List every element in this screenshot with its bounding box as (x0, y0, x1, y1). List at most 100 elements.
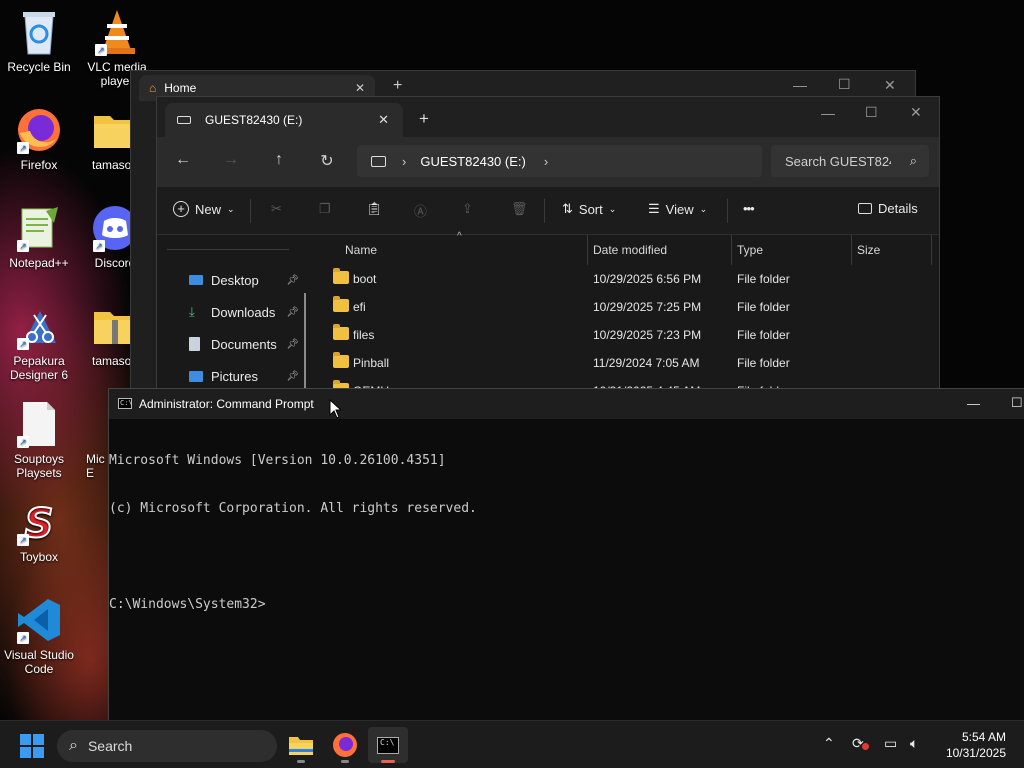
firefox-icon: ↗ (15, 106, 63, 154)
paste-icon[interactable]: 📋︎ (366, 201, 383, 217)
desktop-icon (189, 275, 203, 285)
view-button[interactable]: ☰ View ⌄ (648, 201, 707, 217)
terminal-line: Microsoft Windows [Version 10.0.26100.43… (109, 453, 446, 468)
file-row[interactable]: files 10/29/2025 7:23 PM File folder (315, 321, 939, 349)
desktop-icon-label: Recycle Bin (7, 60, 71, 74)
address-segment[interactable]: GUEST82430 (E:) (420, 154, 526, 169)
taskbar-file-explorer[interactable] (281, 727, 321, 763)
pepakura-scissors-icon: ↗ (15, 302, 63, 350)
view-label: View (665, 201, 694, 217)
forward-arrow-icon[interactable]: → (220, 151, 242, 169)
chevron-right-icon[interactable]: › (544, 154, 548, 169)
refresh-icon[interactable]: ↻ (316, 151, 338, 171)
close-tab-icon[interactable]: ✕ (378, 112, 389, 128)
sidebar-item-pictures[interactable]: Pictures 📌︎ (189, 365, 299, 387)
delete-icon[interactable]: 🗑︎ (511, 201, 528, 217)
desktop-icon-label: Visual Studio Code (4, 648, 74, 676)
pin-icon: 📌︎ (286, 338, 299, 350)
desktop-icon-mic-partial[interactable]: Mic E (62, 400, 108, 480)
file-row[interactable]: boot 10/29/2025 6:56 PM File folder (315, 265, 939, 293)
file-explorer-window[interactable]: GUEST82430 (E:) ✕ + — ☐ ✕ ← → ↑ ↻ › GUES… (156, 96, 940, 396)
system-clock[interactable]: 5:54 AM 10/31/2025 (946, 729, 1006, 761)
shortcut-arrow-icon: ↗ (95, 44, 107, 56)
document-icon (189, 337, 200, 351)
file-explorer-icon (289, 737, 313, 755)
taskbar-command-prompt[interactable]: C:\ (368, 727, 408, 763)
terminal-prompt[interactable]: C:\Windows\System32> (109, 597, 1024, 613)
desktop-icon-firefox[interactable]: ↗ Firefox (0, 106, 78, 172)
minimize-icon[interactable]: — (793, 77, 807, 93)
column-header-size[interactable]: Size (857, 243, 880, 257)
chevron-right-icon[interactable]: › (402, 154, 406, 169)
minimize-icon[interactable]: — (821, 105, 835, 121)
search-icon[interactable]: ⌕ (910, 153, 917, 169)
command-prompt-window[interactable]: C:\ Administrator: Command Prompt — ☐ Mi… (108, 388, 1024, 721)
close-tab-icon[interactable]: ✕ (355, 81, 365, 95)
maximize-icon[interactable]: ☐ (1011, 395, 1023, 411)
chevron-up-icon[interactable]: ⌃ (823, 735, 835, 752)
sort-button[interactable]: ⇅ Sort ⌄ (562, 201, 616, 217)
network-icon[interactable]: ▭ (884, 735, 897, 752)
column-header-type[interactable]: Type (737, 243, 763, 257)
column-header-name[interactable]: Name (345, 243, 377, 257)
file-type: File folder (737, 356, 790, 370)
new-button[interactable]: + New ⌄ (173, 201, 235, 217)
desktop-icon-vscode[interactable]: ↗ Visual Studio Code (0, 596, 78, 676)
desktop-icon-toybox[interactable]: S ↗ Toybox (0, 498, 78, 564)
file-row[interactable]: Pinball 11/29/2024 7:05 AM File folder (315, 349, 939, 377)
pin-icon: 📌︎ (286, 370, 299, 382)
tab-guest-drive[interactable]: GUEST82430 (E:) ✕ (165, 103, 403, 137)
back-arrow-icon[interactable]: ← (172, 151, 194, 169)
chevron-down-icon: ⌄ (608, 203, 617, 214)
details-button[interactable]: Details (858, 201, 918, 216)
maximize-icon[interactable]: ☐ (838, 76, 851, 93)
explorer-body: Desktop 📌︎ ⤓ Downloads 📌︎ Documents 📌︎ P… (157, 231, 939, 395)
column-headers: ^ Name Date modified Type Size (315, 231, 939, 265)
taskbar-search-box[interactable]: ⌕ Search (57, 730, 277, 762)
new-label: New (195, 201, 222, 217)
volume-icon[interactable]: 🔈︎ (910, 735, 918, 752)
sidebar-item-documents[interactable]: Documents 📌︎ (189, 333, 299, 355)
address-bar[interactable]: › GUEST82430 (E:) › (357, 145, 762, 177)
copy-icon[interactable]: ❐ (319, 201, 331, 217)
cut-icon[interactable]: ✂ (271, 201, 282, 217)
maximize-icon[interactable]: ☐ (865, 104, 878, 121)
divider (167, 249, 289, 250)
running-indicator (297, 760, 305, 763)
vlc-cone-icon: ↗ (93, 8, 141, 56)
sidebar-item-downloads[interactable]: ⤓ Downloads 📌︎ (189, 301, 299, 323)
title-bar[interactable]: C:\ Administrator: Command Prompt — ☐ (109, 389, 1024, 419)
close-window-icon[interactable]: ✕ (884, 77, 896, 94)
new-tab-button[interactable]: + (393, 77, 402, 95)
share-icon[interactable]: ⇪ (462, 201, 473, 217)
start-button[interactable] (20, 734, 44, 758)
details-label: Details (878, 201, 918, 216)
taskbar-firefox[interactable] (325, 727, 365, 763)
column-header-date[interactable]: Date modified (593, 243, 667, 257)
terminal-output[interactable]: Microsoft Windows [Version 10.0.26100.43… (109, 419, 1024, 645)
divider (727, 199, 728, 223)
pin-icon: 📌︎ (286, 274, 299, 286)
alert-dot-icon (862, 743, 869, 750)
clock-date: 10/31/2025 (945, 746, 1006, 760)
divider (851, 235, 852, 265)
rename-icon[interactable]: Ⓐ (414, 201, 427, 220)
desktop-icon-notepad-plus[interactable]: ↗ Notepad++ (0, 204, 78, 270)
sidebar-item-desktop[interactable]: Desktop 📌︎ (189, 269, 299, 291)
sync-alert-icon[interactable]: ⟳ (852, 735, 869, 752)
chevron-down-icon: ⌄ (227, 203, 235, 214)
new-tab-button[interactable]: + (419, 109, 429, 129)
more-options-icon[interactable]: ••• (743, 201, 755, 216)
up-arrow-icon[interactable]: ↑ (268, 151, 290, 169)
shortcut-arrow-icon: ↗ (17, 534, 29, 546)
desktop-icon-recycle-bin[interactable]: Recycle Bin (0, 8, 78, 74)
minimize-icon[interactable]: — (967, 396, 980, 411)
file-row[interactable]: efi 10/29/2025 7:25 PM File folder (315, 293, 939, 321)
sort-up-indicator-icon: ^ (457, 231, 462, 242)
scrollbar[interactable] (304, 293, 306, 393)
desktop-icon-pepakura[interactable]: ↗ Pepakura Designer 6 (0, 302, 78, 382)
close-window-icon[interactable]: ✕ (910, 104, 922, 121)
search-input[interactable]: Search GUEST82430 (E:) ⌕ (771, 145, 929, 177)
tab-title: GUEST82430 (E:) (205, 113, 303, 127)
computer-icon (371, 155, 386, 167)
